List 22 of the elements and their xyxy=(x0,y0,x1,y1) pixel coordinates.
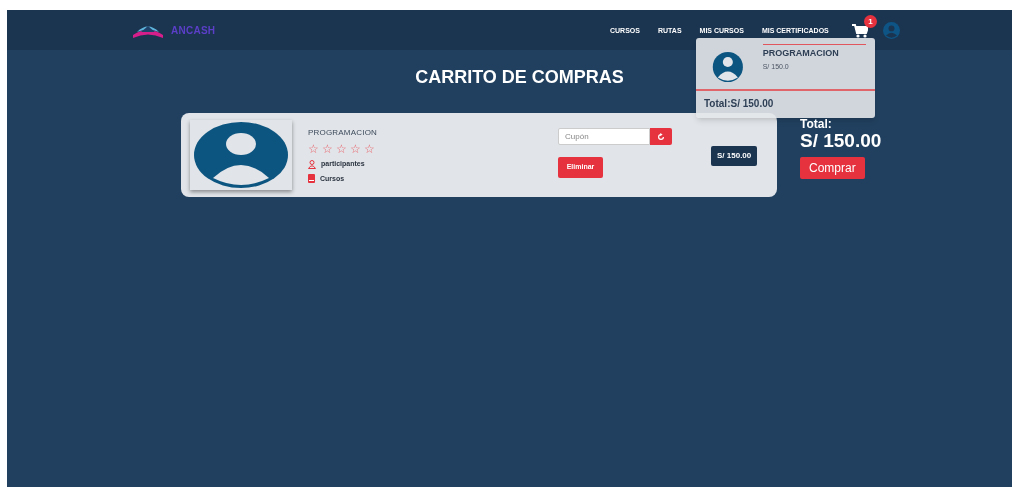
refresh-icon xyxy=(657,132,665,141)
dropdown-total: Total:S/ 150.00 xyxy=(704,97,774,111)
page-title: CARRITO DE COMPRAS xyxy=(415,66,624,89)
course-image-icon xyxy=(191,120,291,190)
book-icon xyxy=(308,174,315,184)
price-tag: S/ 150.00 xyxy=(711,146,758,166)
person-icon xyxy=(308,159,316,169)
star-icon: ☆ xyxy=(322,142,333,156)
buy-button[interactable]: Comprar xyxy=(800,157,865,179)
logo-text: ANCASH xyxy=(171,26,216,36)
star-icon: ☆ xyxy=(336,142,347,156)
dropdown-course-title: PROGRAMACION xyxy=(762,47,840,60)
total-amount: S/ 150.00 xyxy=(800,130,882,152)
refresh-button[interactable] xyxy=(650,128,672,145)
star-icon: ☆ xyxy=(364,142,375,156)
star-icon: ☆ xyxy=(308,142,319,156)
cart-icon[interactable] xyxy=(852,24,868,38)
course-title: PROGRAMACION xyxy=(308,127,378,139)
coupon-field[interactable]: Cupón xyxy=(558,128,650,145)
cart-count-badge: 1 xyxy=(864,15,877,28)
star-icon: ☆ xyxy=(350,142,361,156)
total-label: Total: xyxy=(800,116,832,129)
